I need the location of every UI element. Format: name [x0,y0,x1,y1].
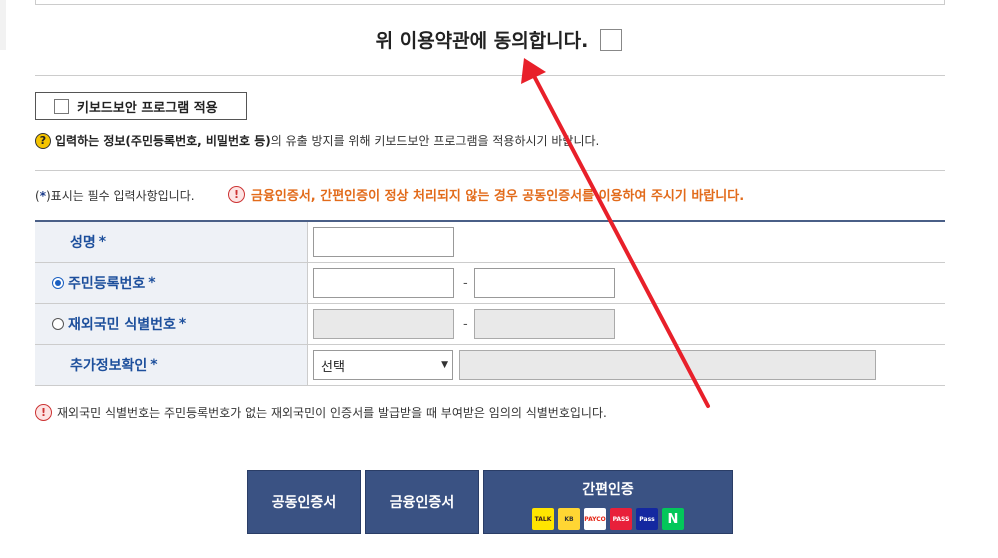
arrow-line [532,74,710,408]
annotation-arrow [521,58,710,408]
arrow-head-icon [521,58,546,84]
